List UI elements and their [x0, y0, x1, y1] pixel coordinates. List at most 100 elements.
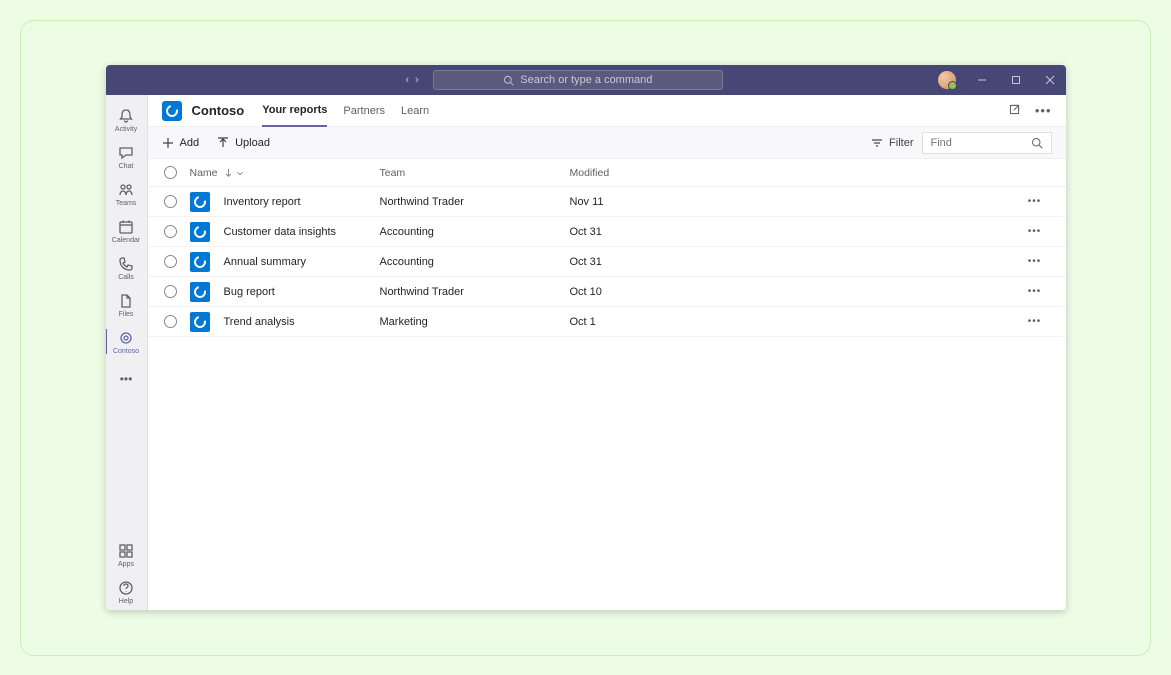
chevron-down-icon: [235, 168, 245, 178]
add-button[interactable]: Add: [162, 137, 200, 149]
main-content: Contoso Your reports Partners Learn ••• …: [148, 95, 1066, 610]
row-checkbox[interactable]: [164, 225, 177, 238]
row-modified: Oct 31: [570, 226, 690, 238]
maximize-button[interactable]: [1000, 65, 1032, 95]
tab-partners[interactable]: Partners: [343, 95, 385, 127]
row-modified: Nov 11: [570, 196, 690, 208]
rail-label: Teams: [116, 200, 137, 207]
file-icon: [117, 292, 135, 310]
header-actions: •••: [1008, 103, 1052, 119]
filter-button[interactable]: Filter: [871, 137, 913, 149]
sort-down-icon: [224, 168, 233, 178]
add-label: Add: [180, 137, 200, 149]
window-controls: [938, 65, 1066, 95]
search-icon: [503, 75, 514, 86]
forward-button[interactable]: ›: [415, 74, 419, 86]
table-body: Inventory report Northwind Trader Nov 11…: [148, 187, 1066, 337]
report-icon: [190, 252, 210, 272]
col-modified-label[interactable]: Modified: [570, 167, 690, 179]
row-more-button[interactable]: •••: [1020, 196, 1050, 207]
table-row[interactable]: Inventory report Northwind Trader Nov 11…: [148, 187, 1066, 217]
upload-button[interactable]: Upload: [217, 137, 270, 149]
bell-icon: [117, 107, 135, 125]
row-more-button[interactable]: •••: [1020, 286, 1050, 297]
filter-label: Filter: [889, 137, 913, 149]
table-row[interactable]: Customer data insights Accounting Oct 31…: [148, 217, 1066, 247]
find-input[interactable]: [931, 137, 1021, 149]
rail-teams[interactable]: Teams: [106, 175, 148, 212]
plus-icon: [162, 137, 174, 149]
command-search[interactable]: Search or type a command: [433, 70, 723, 90]
table-row[interactable]: Annual summary Accounting Oct 31 •••: [148, 247, 1066, 277]
report-icon: [190, 312, 210, 332]
row-name: Customer data insights: [224, 226, 337, 238]
sort-controls[interactable]: [224, 168, 245, 178]
apps-icon: [117, 542, 135, 560]
rail-more[interactable]: •••: [106, 360, 148, 397]
rail-label: Files: [119, 311, 134, 318]
row-checkbox[interactable]: [164, 285, 177, 298]
popout-icon[interactable]: [1008, 103, 1021, 119]
rail-calls[interactable]: Calls: [106, 249, 148, 286]
row-more-button[interactable]: •••: [1020, 226, 1050, 237]
phone-icon: [117, 255, 135, 273]
find-box[interactable]: [922, 132, 1052, 154]
table-header: Name Team Modified: [148, 159, 1066, 187]
nav-arrows: ‹ ›: [406, 74, 419, 86]
rail-apps[interactable]: Apps: [106, 536, 148, 573]
avatar[interactable]: [938, 71, 956, 89]
row-modified: Oct 1: [570, 316, 690, 328]
minimize-button[interactable]: [966, 65, 998, 95]
title-bar: ‹ › Search or type a command: [106, 65, 1066, 95]
filter-icon: [871, 137, 883, 149]
col-team-label[interactable]: Team: [380, 167, 570, 179]
row-modified: Oct 31: [570, 256, 690, 268]
report-icon: [190, 282, 210, 302]
rail-help[interactable]: Help: [106, 573, 148, 610]
close-button[interactable]: [1034, 65, 1066, 95]
rail-label: Contoso: [113, 348, 139, 355]
rail-label: Activity: [115, 126, 137, 133]
rail-contoso[interactable]: Contoso: [106, 323, 148, 360]
row-name: Inventory report: [224, 196, 301, 208]
row-checkbox[interactable]: [164, 255, 177, 268]
tab-learn[interactable]: Learn: [401, 95, 429, 127]
teams-icon: [117, 181, 135, 199]
row-team: Accounting: [380, 226, 570, 238]
app-title: Contoso: [192, 103, 245, 118]
rail-chat[interactable]: Chat: [106, 138, 148, 175]
row-checkbox[interactable]: [164, 315, 177, 328]
table-row[interactable]: Trend analysis Marketing Oct 1 •••: [148, 307, 1066, 337]
contoso-icon: [117, 329, 135, 347]
teams-window: ‹ › Search or type a command Activity Ch…: [106, 65, 1066, 610]
row-checkbox[interactable]: [164, 195, 177, 208]
col-name-label[interactable]: Name: [190, 167, 218, 179]
search-placeholder: Search or type a command: [520, 74, 652, 86]
row-name: Annual summary: [224, 256, 307, 268]
report-icon: [190, 192, 210, 212]
report-icon: [190, 222, 210, 242]
select-all-checkbox[interactable]: [164, 166, 177, 179]
chat-icon: [117, 144, 135, 162]
rail-files[interactable]: Files: [106, 286, 148, 323]
rail-activity[interactable]: Activity: [106, 101, 148, 138]
back-button[interactable]: ‹: [406, 74, 410, 86]
row-more-button[interactable]: •••: [1020, 256, 1050, 267]
tab-your-reports[interactable]: Your reports: [262, 95, 327, 127]
rail-calendar[interactable]: Calendar: [106, 212, 148, 249]
search-icon: [1031, 137, 1043, 149]
more-icon[interactable]: •••: [1035, 103, 1052, 119]
outer-frame: ‹ › Search or type a command Activity Ch…: [20, 20, 1151, 656]
rail-label: Calls: [118, 274, 134, 281]
row-modified: Oct 10: [570, 286, 690, 298]
row-team: Northwind Trader: [380, 196, 570, 208]
app-rail: Activity Chat Teams Calendar Calls Files: [106, 95, 148, 610]
rail-label: Help: [119, 598, 133, 605]
row-name: Trend analysis: [224, 316, 295, 328]
upload-icon: [217, 137, 229, 149]
upload-label: Upload: [235, 137, 270, 149]
row-more-button[interactable]: •••: [1020, 316, 1050, 327]
more-icon: •••: [117, 370, 135, 388]
row-team: Accounting: [380, 256, 570, 268]
table-row[interactable]: Bug report Northwind Trader Oct 10 •••: [148, 277, 1066, 307]
